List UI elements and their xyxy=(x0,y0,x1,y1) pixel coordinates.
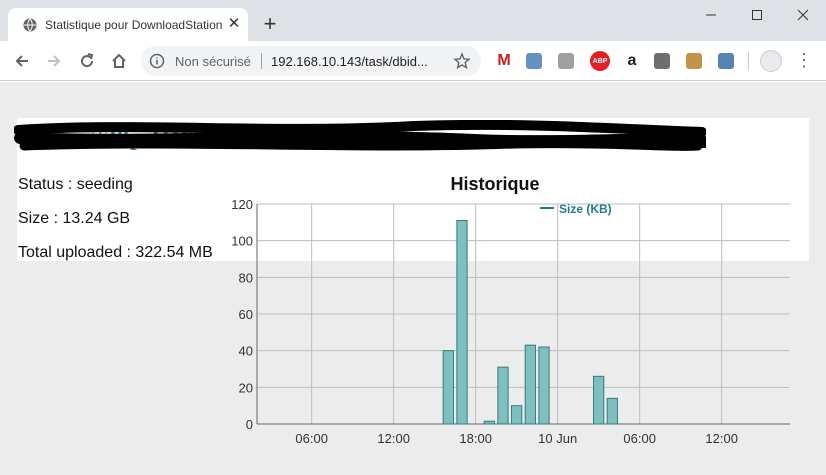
close-window-button[interactable] xyxy=(780,0,826,30)
size-text: Size : 13.24 GB xyxy=(18,210,131,227)
arrow-right-icon xyxy=(48,55,61,67)
maximize-button[interactable] xyxy=(734,0,780,30)
tab-strip: Statistique pour DownloadStation ✕ + xyxy=(0,0,826,41)
chart-bar xyxy=(483,420,495,425)
chart-bar xyxy=(538,346,550,425)
y-tick-label: 40 xyxy=(239,344,253,359)
window-icon[interactable] xyxy=(718,53,734,69)
chart-bar xyxy=(497,366,509,425)
tab-title: Statistique pour DownloadStation xyxy=(45,18,223,32)
photo-icon[interactable] xyxy=(526,53,542,69)
close-icon xyxy=(797,9,809,21)
chart-bar xyxy=(593,375,605,425)
y-tick-label: 100 xyxy=(231,234,253,249)
back-button[interactable] xyxy=(10,49,34,73)
security-status-text: Non sécurisé xyxy=(175,54,251,69)
y-tick-label: 0 xyxy=(246,417,253,432)
adblock-plus-icon[interactable]: ABP xyxy=(590,51,610,71)
chart-bar xyxy=(524,344,536,425)
y-tick-label: 80 xyxy=(239,270,253,285)
new-tab-button[interactable]: + xyxy=(258,12,282,36)
chart-title: Historique xyxy=(450,174,539,194)
menu-dots-icon[interactable]: ⋮ xyxy=(795,51,813,71)
chart-bar xyxy=(442,350,454,425)
chart-bar xyxy=(456,220,468,425)
bookmark-star-icon[interactable] xyxy=(453,52,471,70)
reload-button[interactable] xyxy=(75,49,99,73)
home-button[interactable] xyxy=(107,49,131,73)
page-viewport: T…… 720p.HDTV Status : seeding Size : 13… xyxy=(0,82,826,475)
x-tick-label: 06:00 xyxy=(623,431,656,446)
speech-bubble-icon[interactable] xyxy=(558,53,574,69)
browser-toolbar: Non sécurisé 192.168.10.143/task/dbid...… xyxy=(0,41,826,81)
legend-label: Size (KB) xyxy=(559,202,612,216)
arrow-left-icon xyxy=(15,55,28,67)
minimize-button[interactable] xyxy=(688,0,734,30)
redaction-scribble xyxy=(14,120,706,151)
gmail-icon[interactable]: M xyxy=(494,51,514,71)
address-bar[interactable]: Non sécurisé 192.168.10.143/task/dbid... xyxy=(141,46,481,76)
status-text: Status : seeding xyxy=(18,176,133,193)
bulb-icon[interactable] xyxy=(654,53,670,69)
x-tick-label: 12:00 xyxy=(705,431,738,446)
profile-avatar[interactable] xyxy=(760,50,782,72)
y-tick-label: 120 xyxy=(231,197,253,212)
reload-icon xyxy=(81,53,94,68)
x-tick-label: 06:00 xyxy=(295,431,328,446)
amazon-icon[interactable]: a xyxy=(622,51,642,71)
omnibox-divider xyxy=(261,53,262,69)
x-tick-label: 10 Jun xyxy=(538,431,577,446)
tab-active[interactable]: Statistique pour DownloadStation ✕ xyxy=(8,8,248,41)
maximize-icon xyxy=(752,10,762,20)
y-tick-label: 60 xyxy=(239,307,253,322)
minimize-icon xyxy=(706,14,716,16)
info-icon[interactable] xyxy=(149,53,165,69)
chart-bar xyxy=(606,397,618,425)
x-tick-label: 12:00 xyxy=(377,431,410,446)
uploaded-text: Total uploaded : 322.54 MB xyxy=(18,244,213,261)
history-chart: Historique 0 20 40 60 80 100 120 06:00 12:00 18:00… xyxy=(231,174,790,446)
home-icon xyxy=(112,53,126,68)
toolbar-divider xyxy=(748,52,749,70)
forward-button[interactable] xyxy=(42,49,66,73)
url-text[interactable]: 192.168.10.143/task/dbid... xyxy=(271,54,441,69)
x-tick-label: 18:00 xyxy=(459,431,492,446)
pencil-icon[interactable] xyxy=(686,53,702,69)
tab-close-icon[interactable]: ✕ xyxy=(226,16,242,32)
chart-bar xyxy=(511,405,523,425)
y-tick-label: 20 xyxy=(239,380,253,395)
globe-icon xyxy=(23,18,37,32)
